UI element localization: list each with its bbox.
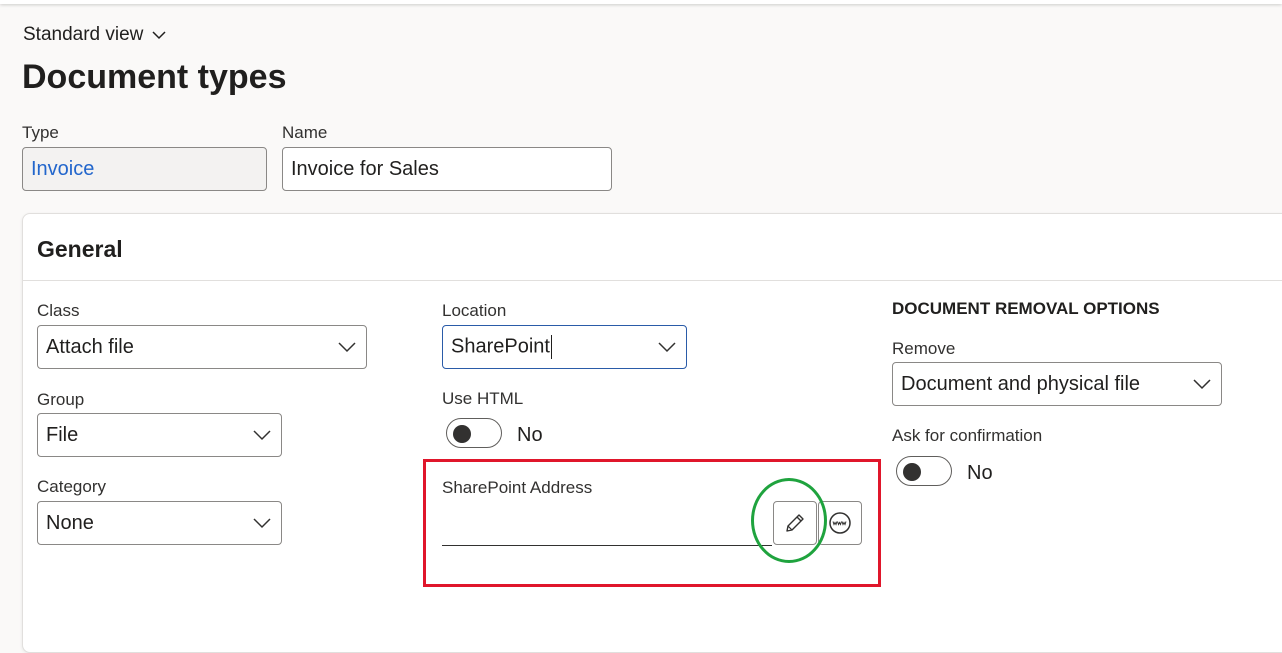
name-label: Name [282, 123, 328, 142]
chevron-down-icon [253, 430, 271, 441]
category-dropdown[interactable]: None [37, 501, 282, 545]
use-html-value: No [517, 424, 543, 446]
class-dropdown[interactable]: Attach file [37, 325, 367, 369]
location-value: SharePoint [451, 335, 550, 358]
general-section-title[interactable]: General [37, 236, 123, 263]
type-label: Type [22, 123, 59, 142]
text-caret [550, 335, 552, 359]
group-value: File [46, 423, 79, 446]
class-value: Attach file [46, 335, 134, 358]
remove-label: Remove [892, 339, 956, 358]
use-html-label: Use HTML [442, 389, 524, 408]
chevron-down-icon [1193, 379, 1211, 390]
chevron-down-icon [338, 342, 356, 353]
chevron-down-icon [253, 518, 271, 529]
name-input[interactable]: Invoice for Sales [282, 147, 612, 191]
group-label: Group [37, 390, 85, 409]
type-value: Invoice [31, 157, 95, 180]
name-value: Invoice for Sales [291, 157, 439, 180]
chevron-down-icon [152, 31, 166, 40]
remove-dropdown[interactable]: Document and physical file [892, 362, 1222, 406]
toggle-knob [453, 425, 471, 443]
class-label: Class [37, 301, 80, 320]
category-value: None [46, 511, 94, 534]
highlight-circle [751, 478, 827, 563]
group-dropdown[interactable]: File [37, 413, 282, 457]
ask-for-confirmation-toggle[interactable] [896, 456, 952, 486]
toggle-knob [903, 463, 921, 481]
standard-view-selector[interactable]: Standard view [23, 22, 167, 48]
chevron-down-icon [658, 342, 676, 353]
view-label: Standard view [23, 24, 144, 45]
location-value-wrap: SharePoint [451, 335, 656, 359]
ask-for-confirmation-label: Ask for confirmation [892, 426, 1043, 445]
top-bar [0, 0, 1282, 4]
category-label: Category [37, 477, 106, 496]
use-html-toggle[interactable] [446, 418, 502, 448]
location-label: Location [442, 301, 507, 320]
remove-value: Document and physical file [901, 372, 1141, 395]
general-divider [22, 280, 1282, 281]
page-title: Document types [22, 58, 287, 96]
type-field[interactable]: Invoice [22, 147, 267, 191]
document-removal-options-heading: DOCUMENT REMOVAL OPTIONS [892, 299, 1160, 318]
location-dropdown[interactable]: SharePoint [442, 325, 687, 369]
ask-for-confirmation-value: No [967, 462, 993, 484]
